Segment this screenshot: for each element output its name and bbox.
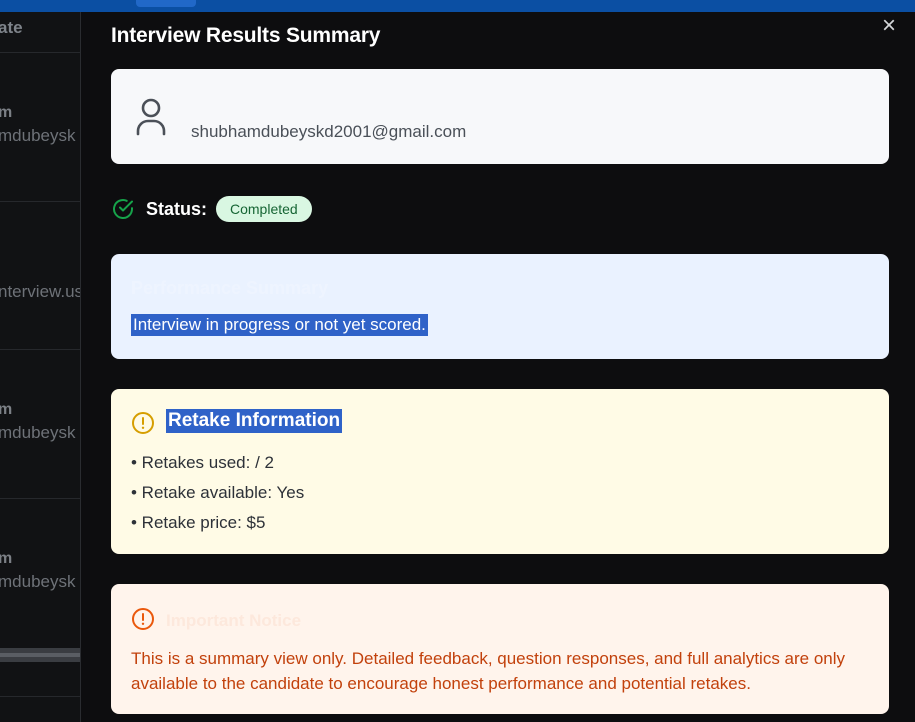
status-badge: Completed xyxy=(216,196,312,222)
top-bar-tab[interactable] xyxy=(136,0,196,7)
background-list-row: m mdubeysk xyxy=(0,104,76,145)
performance-summary-title: Performance Summary xyxy=(131,278,329,298)
alert-circle-icon xyxy=(132,608,154,630)
divider xyxy=(0,696,80,697)
background-candidate-list: ate m mdubeysk nterview.us m mdubeysk m … xyxy=(0,12,81,722)
scrollbar-thumb[interactable] xyxy=(0,653,80,657)
modal-title: Interview Results Summary xyxy=(111,24,381,47)
status-label: Status: xyxy=(146,199,208,219)
background-list-row: m mdubeysk xyxy=(0,550,76,591)
divider xyxy=(0,201,80,202)
candidate-email: shubhamdubeyskd2001@gmail.com xyxy=(191,122,467,141)
retake-information-card: Retake Information • Retakes used: / 2 •… xyxy=(111,389,889,554)
candidate-name: Shubham xyxy=(191,95,260,112)
divider xyxy=(0,52,80,53)
performance-summary-text: Interview in progress or not yet scored. xyxy=(131,314,428,336)
retake-detail-line: • Retake available: Yes xyxy=(131,483,305,502)
retake-detail-line: • Retake price: $5 xyxy=(131,513,266,532)
important-notice-title: Important Notice xyxy=(166,611,302,630)
candidate-card: Shubham shubhamdubeyskd2001@gmail.com xyxy=(111,69,889,164)
retake-detail-line: • Retakes used: / 2 xyxy=(131,453,274,472)
horizontal-scrollbar[interactable] xyxy=(0,648,80,662)
retake-information-title: Retake Information xyxy=(166,409,343,433)
performance-summary-card: Performance Summary Interview in progres… xyxy=(111,254,889,359)
background-list-row: m mdubeysk xyxy=(0,401,76,442)
app-top-bar xyxy=(0,0,915,12)
divider xyxy=(0,349,80,350)
alert-circle-icon xyxy=(132,412,154,434)
divider xyxy=(0,498,80,499)
background-list-row: nterview.us xyxy=(0,282,81,301)
background-list-header: ate xyxy=(0,18,23,37)
close-icon[interactable]: × xyxy=(877,14,901,38)
important-notice-text: This is a summary view only. Detailed fe… xyxy=(131,649,846,693)
user-icon xyxy=(136,98,166,136)
check-circle-icon xyxy=(113,199,133,219)
important-notice-card: Important Notice This is a summary view … xyxy=(111,584,889,714)
